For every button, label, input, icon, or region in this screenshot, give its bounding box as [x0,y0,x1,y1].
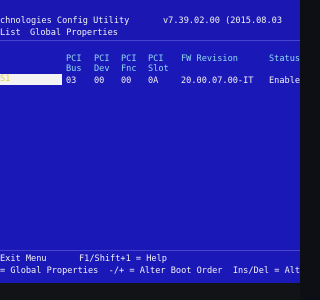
menu-list[interactable]: List [0,28,21,38]
col-header-pci-dev-1: PCI [94,54,110,64]
col-header-fw-revision: FW Revision [181,54,238,64]
menu-global-properties[interactable]: Global Properties [30,28,118,38]
col-header-pci-slot-1: PCI [148,54,164,64]
table-row-selected[interactable]: S1 [0,74,62,85]
cell-fnc: 00 [121,76,132,86]
bios-screen: chnologies Config Utility v7.39.02.00 (2… [0,0,300,283]
col-header-pci-bus-1: PCI [66,54,82,64]
footer-divider [0,250,300,251]
cell-status: Enable [269,76,300,86]
version-text: v7.39.02.00 (2015.08.03 [163,16,282,26]
cell-fw-revision: 20.00.07.00-IT [181,76,254,86]
footer-help: F1/Shift+1 = Help [79,254,167,264]
utility-title: chnologies Config Utility [0,16,130,26]
col-header-fnc: Fnc [121,64,137,74]
cell-dev: 00 [94,76,105,86]
footer-exit-menu: Exit Menu [0,254,47,264]
col-header-slot: Slot [148,64,169,74]
col-header-dev: Dev [94,64,110,74]
monitor-bezel [0,283,300,300]
adapter-name: S1 [0,74,11,84]
footer-keys: = Global Properties -/+ = Alter Boot Ord… [0,266,300,276]
col-header-status: Status [269,54,300,64]
col-header-pci-fnc-1: PCI [121,54,137,64]
cell-bus: 03 [66,76,77,86]
header-divider [0,40,300,41]
cell-slot: 0A [148,76,159,86]
col-header-bus: Bus [66,64,82,74]
